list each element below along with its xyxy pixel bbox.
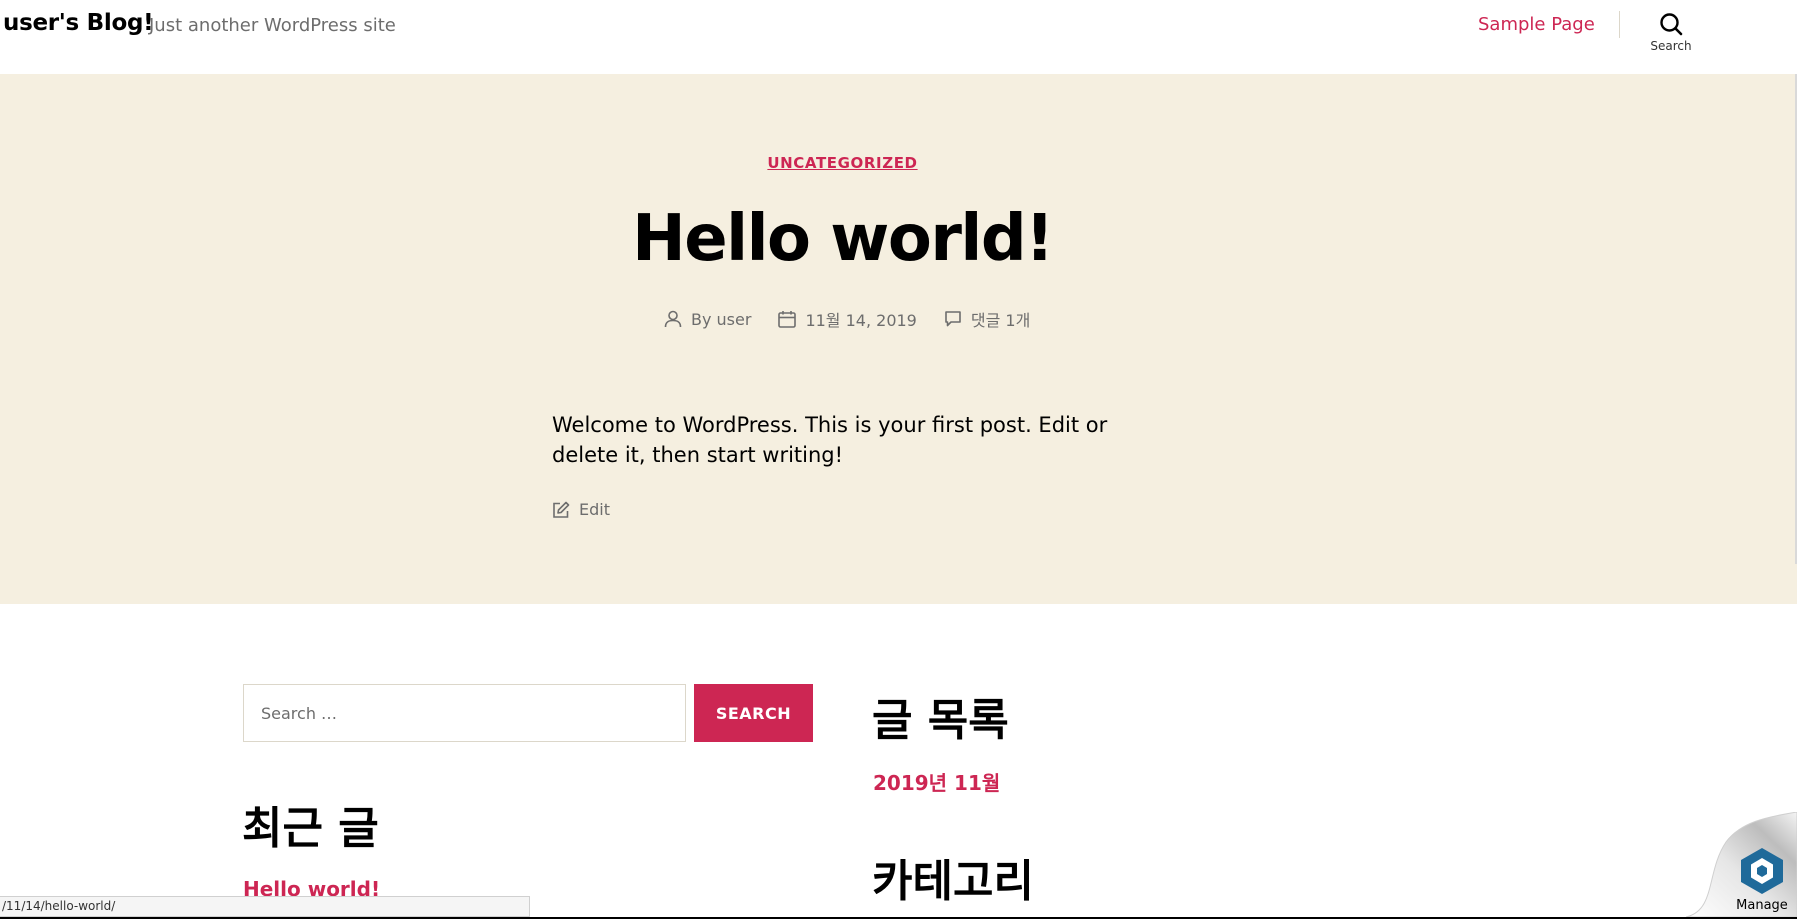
calendar-icon <box>778 311 797 328</box>
post-excerpt: Welcome to WordPress. This is your first… <box>552 413 1108 467</box>
post-author-text: By user <box>691 309 752 329</box>
search-toggle-label: Search <box>1650 39 1692 53</box>
post-author[interactable]: By user <box>664 310 751 329</box>
post-meta: By user 11월 14, 2019 댓글 1개 <box>664 307 1057 331</box>
recent-posts-title: 최근 글 <box>242 803 379 854</box>
edit-icon <box>553 501 570 518</box>
browser-status-bar: /11/14/hello-world/ <box>0 896 530 917</box>
manage-button[interactable]: Manage <box>1730 846 1794 916</box>
edit-post-label: Edit <box>579 500 610 519</box>
manage-hexagon-icon <box>1741 848 1783 894</box>
post-comments-text: 댓글 1개 <box>970 311 1031 330</box>
post-date-text: 11월 14, 2019 <box>805 311 917 330</box>
search-widget: SEARCH <box>243 684 813 742</box>
category-link[interactable]: UNCATEGORIZED <box>767 154 917 172</box>
site-header: user's Blog! Just another WordPress site… <box>0 0 1797 74</box>
manage-label: Manage <box>1736 898 1788 913</box>
categories-title: 카테고리 <box>872 856 1034 907</box>
post-date[interactable]: 11월 14, 2019 <box>778 307 917 331</box>
comment-icon <box>945 311 961 327</box>
nav-divider <box>1619 11 1620 38</box>
post-comments[interactable]: 댓글 1개 <box>944 307 1030 331</box>
search-submit-button[interactable]: SEARCH <box>694 684 813 742</box>
nav-link-sample-page[interactable]: Sample Page <box>1478 14 1595 35</box>
user-icon <box>664 310 682 328</box>
search-icon <box>1660 13 1683 36</box>
post-hero: UNCATEGORIZED Hello world! By user 11월 1… <box>0 74 1797 604</box>
post-title: Hello world! <box>632 202 1054 276</box>
site-title[interactable]: user's Blog! <box>3 10 154 36</box>
search-toggle-button[interactable]: Search <box>1644 10 1698 60</box>
post-category: UNCATEGORIZED <box>0 154 1685 172</box>
search-input[interactable] <box>243 684 686 742</box>
archive-link[interactable]: 2019년 11월 <box>873 767 1000 796</box>
edit-post-link[interactable]: Edit <box>552 500 610 519</box>
site-description: Just another WordPress site <box>149 15 396 36</box>
archives-title: 글 목록 <box>872 695 1009 746</box>
